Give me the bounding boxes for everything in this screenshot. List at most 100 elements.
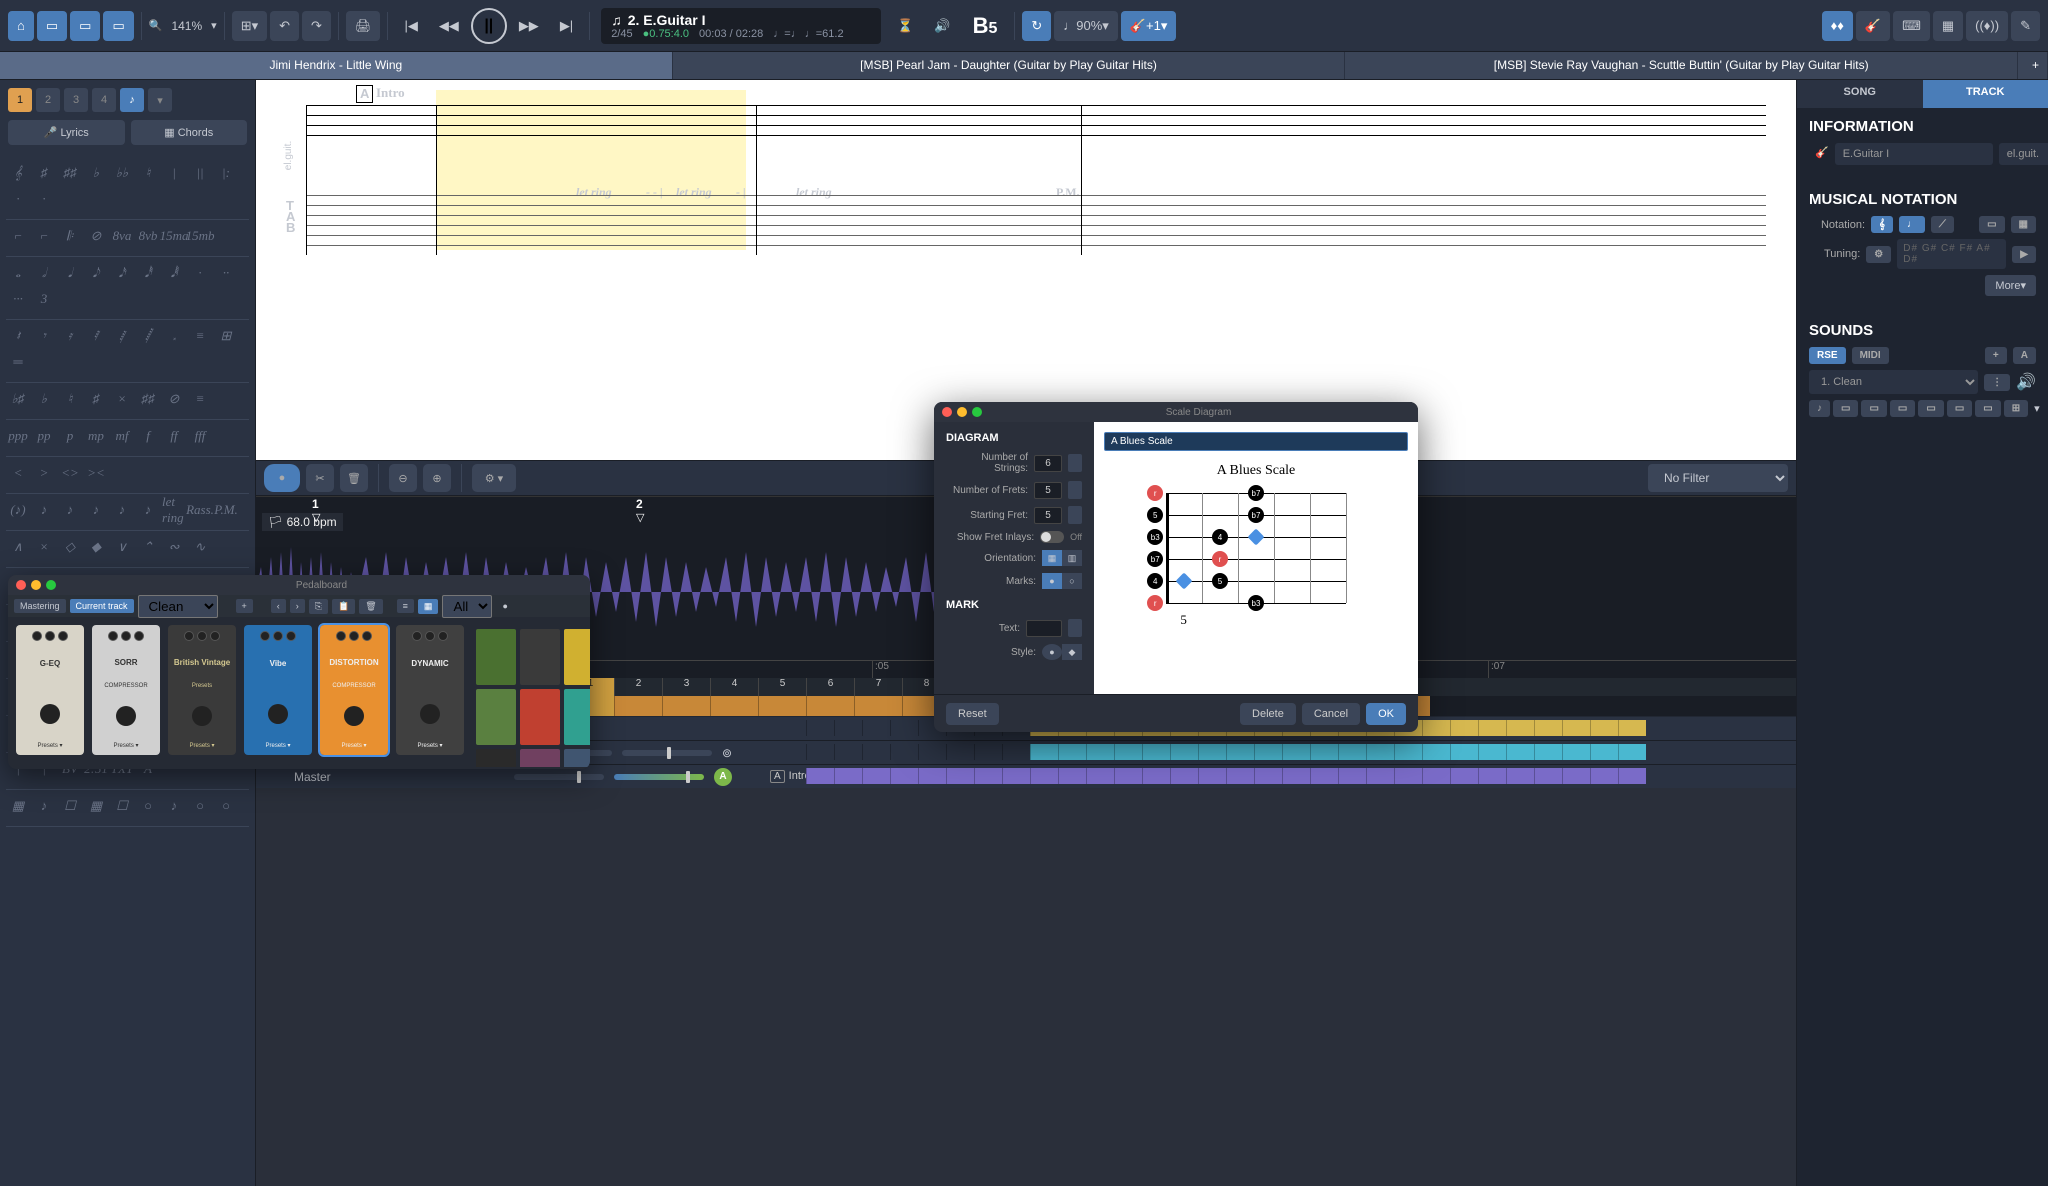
voice-more[interactable]: ▾ <box>148 88 172 112</box>
pedal[interactable]: VibePresets ▾ <box>244 625 312 755</box>
fretboard-button[interactable]: ▦ <box>1933 11 1963 41</box>
pb-toggle[interactable]: ● <box>502 601 507 611</box>
step-back-button[interactable]: ◀◀ <box>430 11 468 41</box>
track-name-field[interactable] <box>1835 143 1993 165</box>
design-2[interactable]: ▦ <box>2011 216 2036 233</box>
multivoice-button[interactable]: ♪ <box>120 88 144 112</box>
palette-item[interactable]: 𝅘𝅥𝅯 <box>110 261 134 285</box>
auto-sound-button[interactable]: A <box>2013 347 2036 364</box>
palette-item[interactable]: 𝄆 <box>58 224 82 248</box>
pb-current-tab[interactable]: Current track <box>70 599 134 613</box>
palette-item[interactable]: ∾ <box>162 535 186 559</box>
track-short-field[interactable] <box>1999 143 2048 165</box>
guitar-button[interactable]: 🎸 <box>1856 11 1890 41</box>
palette-item[interactable]: ♮ <box>58 387 82 411</box>
pedal-thumbnail[interactable] <box>520 629 560 685</box>
minimize-icon[interactable] <box>31 580 41 590</box>
pedal-thumbnail[interactable] <box>520 749 560 767</box>
palette-item[interactable]: ∧ <box>6 535 30 559</box>
pedal-browser[interactable] <box>472 625 590 759</box>
filter-select[interactable]: No Filter <box>1648 464 1788 492</box>
palette-item[interactable]: ⌐ <box>32 224 56 248</box>
timeline-block[interactable] <box>854 696 902 716</box>
timeline-block[interactable] <box>806 696 854 716</box>
master-vol-slider[interactable] <box>514 774 604 780</box>
pb-paste[interactable]: 📋 <box>332 599 355 614</box>
master-pan-slider[interactable] <box>614 774 704 780</box>
strings-spinner[interactable] <box>1068 454 1082 472</box>
print-button[interactable]: 🖨 <box>346 11 381 41</box>
sync-mark-2[interactable]: 2 <box>636 497 643 511</box>
voice-4[interactable]: 4 <box>92 88 116 112</box>
doc-tab-0[interactable]: Jimi Hendrix - Little Wing <box>0 52 673 79</box>
sync-mark-1[interactable]: 1 <box>312 497 319 511</box>
palette-item[interactable]: ▦ <box>6 794 30 818</box>
fx-2[interactable]: ▭ <box>1833 400 1858 417</box>
palette-item[interactable]: 15ma <box>162 224 186 248</box>
sound-button[interactable]: ♦♦ <box>1822 11 1853 41</box>
bar-4[interactable]: 4 <box>710 678 758 696</box>
pb-next[interactable]: › <box>290 599 305 613</box>
palette-item[interactable]: p <box>58 424 82 448</box>
pedal[interactable]: G-EQPresets ▾ <box>16 625 84 755</box>
bar-7[interactable]: 7 <box>854 678 902 696</box>
pedalboard-titlebar[interactable]: Pedalboard <box>8 575 590 595</box>
palette-item[interactable]: ⌐ <box>6 224 30 248</box>
minimize-icon[interactable] <box>957 407 967 417</box>
reset-button[interactable]: Reset <box>946 703 999 725</box>
palette-item[interactable]: f <box>136 424 160 448</box>
pb-del[interactable]: 🗑 <box>359 599 382 614</box>
palette-item[interactable]: ♯ <box>32 161 56 185</box>
zoom-out-button[interactable]: ⊖ <box>389 464 417 492</box>
palette-item[interactable]: ═ <box>6 350 30 374</box>
palette-item[interactable]: 𝅃 <box>162 324 186 348</box>
palette-item[interactable]: 15mb <box>188 224 212 248</box>
pb-copy[interactable]: ⎘ <box>309 599 328 614</box>
palette-item[interactable]: ♪ <box>32 794 56 818</box>
palette-item[interactable]: ○ <box>188 794 212 818</box>
palette-item[interactable]: · <box>6 187 30 211</box>
scale-dot[interactable]: b7 <box>1248 485 1264 501</box>
frets-input[interactable] <box>1034 482 1062 499</box>
ok-button[interactable]: OK <box>1366 703 1406 725</box>
close-icon[interactable] <box>942 407 952 417</box>
palette-item[interactable]: ⊘ <box>84 224 108 248</box>
timeline-block[interactable] <box>758 696 806 716</box>
scale-dot[interactable]: b3 <box>1147 529 1163 545</box>
palette-item[interactable]: let ring <box>162 498 186 522</box>
more-button[interactable]: More▾ <box>1985 275 2036 296</box>
redo-button[interactable]: ↷ <box>302 11 331 41</box>
sound-menu[interactable]: ⋮ <box>1984 374 2010 391</box>
palette-item[interactable]: pp <box>32 424 56 448</box>
palette-item[interactable]: fff <box>188 424 212 448</box>
speed-button[interactable]: ♩ 90% ▾ <box>1054 11 1118 41</box>
text-menu[interactable] <box>1068 619 1082 637</box>
grid-button[interactable]: ⊞▾ <box>232 11 267 41</box>
sound-select[interactable]: 1. Clean <box>1809 370 1978 394</box>
pb-prev[interactable]: ‹ <box>271 599 286 613</box>
palette-item[interactable]: ◆ <box>84 535 108 559</box>
palette-item[interactable]: ♪ <box>110 498 134 522</box>
fx-7[interactable]: ▭ <box>1975 400 2000 417</box>
pan-slider[interactable] <box>622 750 712 756</box>
palette-item[interactable]: ♪ <box>136 498 160 522</box>
palette-item[interactable]: ·· <box>214 261 238 285</box>
fx-6[interactable]: ▭ <box>1947 400 1972 417</box>
zoom-value[interactable]: 141% <box>165 19 208 33</box>
voice-3[interactable]: 3 <box>64 88 88 112</box>
bar-5[interactable]: 5 <box>758 678 806 696</box>
pedal-thumbnail[interactable] <box>476 689 516 745</box>
pedal-thumbnail[interactable] <box>520 689 560 745</box>
close-icon[interactable] <box>16 580 26 590</box>
palette-item[interactable]: 𝅝 <box>6 261 30 285</box>
palette-item[interactable]: 8vb <box>136 224 160 248</box>
pb-view-grid[interactable]: ▦ <box>418 599 439 614</box>
palette-item[interactable]: ∿ <box>188 535 212 559</box>
palette-item[interactable]: ∨ <box>110 535 134 559</box>
scale-dot[interactable]: 4 <box>1212 529 1228 545</box>
forward-button[interactable]: ▶| <box>551 11 582 41</box>
loop-button[interactable]: ↻ <box>1022 11 1051 41</box>
maximize-icon[interactable] <box>46 580 56 590</box>
mic-button[interactable]: ((♦)) <box>1966 11 2008 41</box>
palette-item[interactable]: (♪) <box>6 498 30 522</box>
